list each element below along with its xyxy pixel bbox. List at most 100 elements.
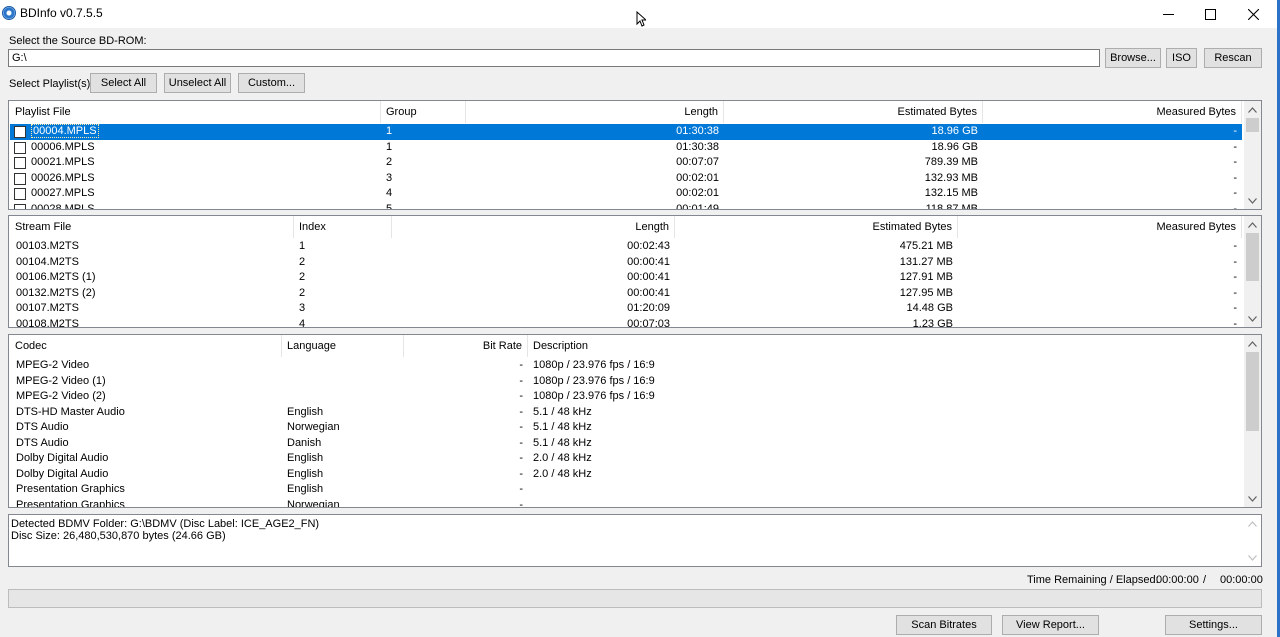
stream-row[interactable]: 00104.M2TS 2 00:00:41 131.27 MB -: [10, 255, 1242, 271]
playlist-row[interactable]: 00006.MPLS 1 01:30:38 18.96 GB -: [10, 140, 1242, 156]
stream-length: 01:20:09: [627, 302, 670, 314]
column-header-estimated-bytes[interactable]: Estimated Bytes: [675, 216, 958, 238]
column-header-measured-bytes[interactable]: Measured Bytes: [983, 101, 1242, 123]
playlist-checkbox[interactable]: [14, 141, 26, 154]
codec-row[interactable]: Dolby Digital Audio English - 2.0 / 48 k…: [10, 451, 1242, 467]
playlist-file: 00004.MPLS: [31, 124, 99, 138]
stream-file: 00132.M2TS (2): [16, 286, 96, 299]
playlist-checkbox[interactable]: [14, 126, 26, 138]
view-report-button[interactable]: View Report...: [1002, 615, 1099, 635]
select-all-button[interactable]: Select All: [90, 73, 157, 93]
codec-description: 2.0 / 48 kHz: [533, 452, 592, 464]
playlist-length: 00:02:01: [676, 187, 719, 199]
codec-scrollbar[interactable]: [1244, 335, 1261, 507]
codec-bit-rate: -: [519, 467, 523, 480]
scroll-up-button[interactable]: [1244, 216, 1261, 233]
codec-language: English: [287, 483, 324, 495]
scan-bitrates-button[interactable]: Scan Bitrates: [896, 615, 992, 635]
codec-row[interactable]: Presentation Graphics English -: [10, 482, 1242, 498]
scroll-up-button[interactable]: [1244, 515, 1261, 532]
playlist-checkbox[interactable]: [14, 172, 26, 185]
stream-list[interactable]: Stream File Index Length Estimated Bytes…: [8, 215, 1262, 328]
codec-name: DTS Audio: [16, 436, 69, 449]
codec-list[interactable]: Codec Language Bit Rate Description MPEG…: [8, 334, 1262, 508]
scroll-thumb[interactable]: [1246, 233, 1259, 281]
column-header-language[interactable]: Language: [282, 335, 404, 357]
browse-button[interactable]: Browse...: [1105, 48, 1161, 68]
custom-button[interactable]: Custom...: [238, 73, 305, 93]
stream-index: 2: [299, 271, 306, 283]
column-header-measured-bytes[interactable]: Measured Bytes: [958, 216, 1242, 238]
playlist-checkbox[interactable]: [14, 203, 26, 209]
column-header-description[interactable]: Description: [528, 335, 1242, 357]
stream-estimated-bytes: 14.48 GB: [906, 302, 953, 314]
column-header-bit-rate[interactable]: Bit Rate: [404, 335, 528, 357]
column-header-group[interactable]: Group: [381, 101, 466, 123]
codec-row[interactable]: MPEG-2 Video (1) - 1080p / 23.976 fps / …: [10, 374, 1242, 390]
stream-row[interactable]: 00132.M2TS (2) 2 00:00:41 127.95 MB -: [10, 286, 1242, 302]
window-title: BDInfo v0.7.5.5: [20, 6, 103, 20]
scroll-down-button[interactable]: [1244, 192, 1261, 209]
iso-button[interactable]: ISO: [1166, 48, 1197, 68]
unselect-all-button[interactable]: Unselect All: [164, 73, 231, 93]
stream-row[interactable]: 00107.M2TS 3 01:20:09 14.48 GB -: [10, 301, 1242, 317]
playlist-file: 00026.MPLS: [31, 171, 95, 184]
minimize-button[interactable]: [1146, 0, 1190, 28]
codec-row[interactable]: Presentation Graphics Norwegian -: [10, 498, 1242, 508]
playlist-measured-bytes: -: [1233, 187, 1237, 199]
playlist-row[interactable]: 00028.MPLS 5 00:01:49 118.87 MB -: [10, 202, 1242, 209]
scan-progress-bar: [8, 589, 1262, 608]
status-scrollbar[interactable]: [1244, 515, 1261, 566]
settings-button[interactable]: Settings...: [1165, 615, 1262, 635]
codec-row[interactable]: Dolby Digital Audio English - 2.0 / 48 k…: [10, 467, 1242, 483]
time-elapsed-value: 00:00:00: [1220, 574, 1263, 586]
stream-row[interactable]: 00108.M2TS 4 00:07:03 1.23 GB -: [10, 317, 1242, 328]
codec-row[interactable]: MPEG-2 Video - 1080p / 23.976 fps / 16:9: [10, 358, 1242, 374]
playlist-row[interactable]: 00026.MPLS 3 00:02:01 132.93 MB -: [10, 171, 1242, 187]
column-header-playlist-file[interactable]: Playlist File: [10, 101, 381, 123]
column-header-estimated-bytes[interactable]: Estimated Bytes: [724, 101, 983, 123]
close-button[interactable]: [1231, 0, 1275, 28]
playlist-list[interactable]: Playlist File Group Length Estimated Byt…: [8, 100, 1262, 210]
source-label: Select the Source BD-ROM:: [9, 35, 147, 47]
stream-row[interactable]: 00106.M2TS (1) 2 00:00:41 127.91 MB -: [10, 270, 1242, 286]
scroll-down-button[interactable]: [1244, 549, 1261, 566]
codec-bit-rate: -: [519, 421, 523, 433]
scroll-up-button[interactable]: [1244, 335, 1261, 352]
codec-description: 5.1 / 48 kHz: [533, 436, 592, 449]
column-header-length[interactable]: Length: [466, 101, 724, 123]
codec-bit-rate: -: [519, 483, 523, 495]
source-path-input[interactable]: G:\: [8, 49, 1100, 67]
codec-row[interactable]: DTS Audio Norwegian - 5.1 / 48 kHz: [10, 420, 1242, 436]
column-header-stream-file[interactable]: Stream File: [10, 216, 294, 238]
scroll-down-button[interactable]: [1244, 490, 1261, 507]
chevron-up-icon: [1248, 221, 1257, 228]
status-log[interactable]: Detected BDMV Folder: G:\BDMV (Disc Labe…: [8, 514, 1262, 567]
codec-description: 1080p / 23.976 fps / 16:9: [533, 390, 655, 402]
codec-row[interactable]: DTS Audio Danish - 5.1 / 48 kHz: [10, 436, 1242, 452]
codec-language: English: [287, 452, 324, 464]
codec-row[interactable]: MPEG-2 Video (2) - 1080p / 23.976 fps / …: [10, 389, 1242, 405]
playlist-file: 00021.MPLS: [31, 156, 95, 168]
rescan-button[interactable]: Rescan: [1204, 48, 1262, 68]
codec-row[interactable]: DTS-HD Master Audio English - 5.1 / 48 k…: [10, 405, 1242, 421]
column-header-codec[interactable]: Codec: [10, 335, 282, 357]
codec-bit-rate: -: [519, 436, 523, 449]
playlist-row[interactable]: 00004.MPLS 1 01:30:38 18.96 GB -: [10, 124, 1242, 140]
playlist-scrollbar[interactable]: [1244, 101, 1261, 209]
playlist-row[interactable]: 00021.MPLS 2 00:07:07 789.39 MB -: [10, 155, 1242, 171]
scroll-down-button[interactable]: [1244, 310, 1261, 327]
scroll-up-button[interactable]: [1244, 101, 1261, 118]
stream-scrollbar[interactable]: [1244, 216, 1261, 327]
maximize-button[interactable]: [1188, 0, 1232, 28]
column-header-index[interactable]: Index: [294, 216, 392, 238]
playlist-checkbox[interactable]: [14, 188, 26, 200]
codec-name: DTS Audio: [16, 421, 69, 433]
scroll-thumb[interactable]: [1246, 352, 1259, 431]
scroll-thumb[interactable]: [1246, 118, 1259, 132]
playlist-checkbox[interactable]: [14, 157, 26, 169]
playlist-row[interactable]: 00027.MPLS 4 00:02:01 132.15 MB -: [10, 186, 1242, 202]
stream-row[interactable]: 00103.M2TS 1 00:02:43 475.21 MB -: [10, 239, 1242, 255]
column-header-length[interactable]: Length: [392, 216, 675, 238]
stream-file: 00107.M2TS: [16, 302, 79, 314]
